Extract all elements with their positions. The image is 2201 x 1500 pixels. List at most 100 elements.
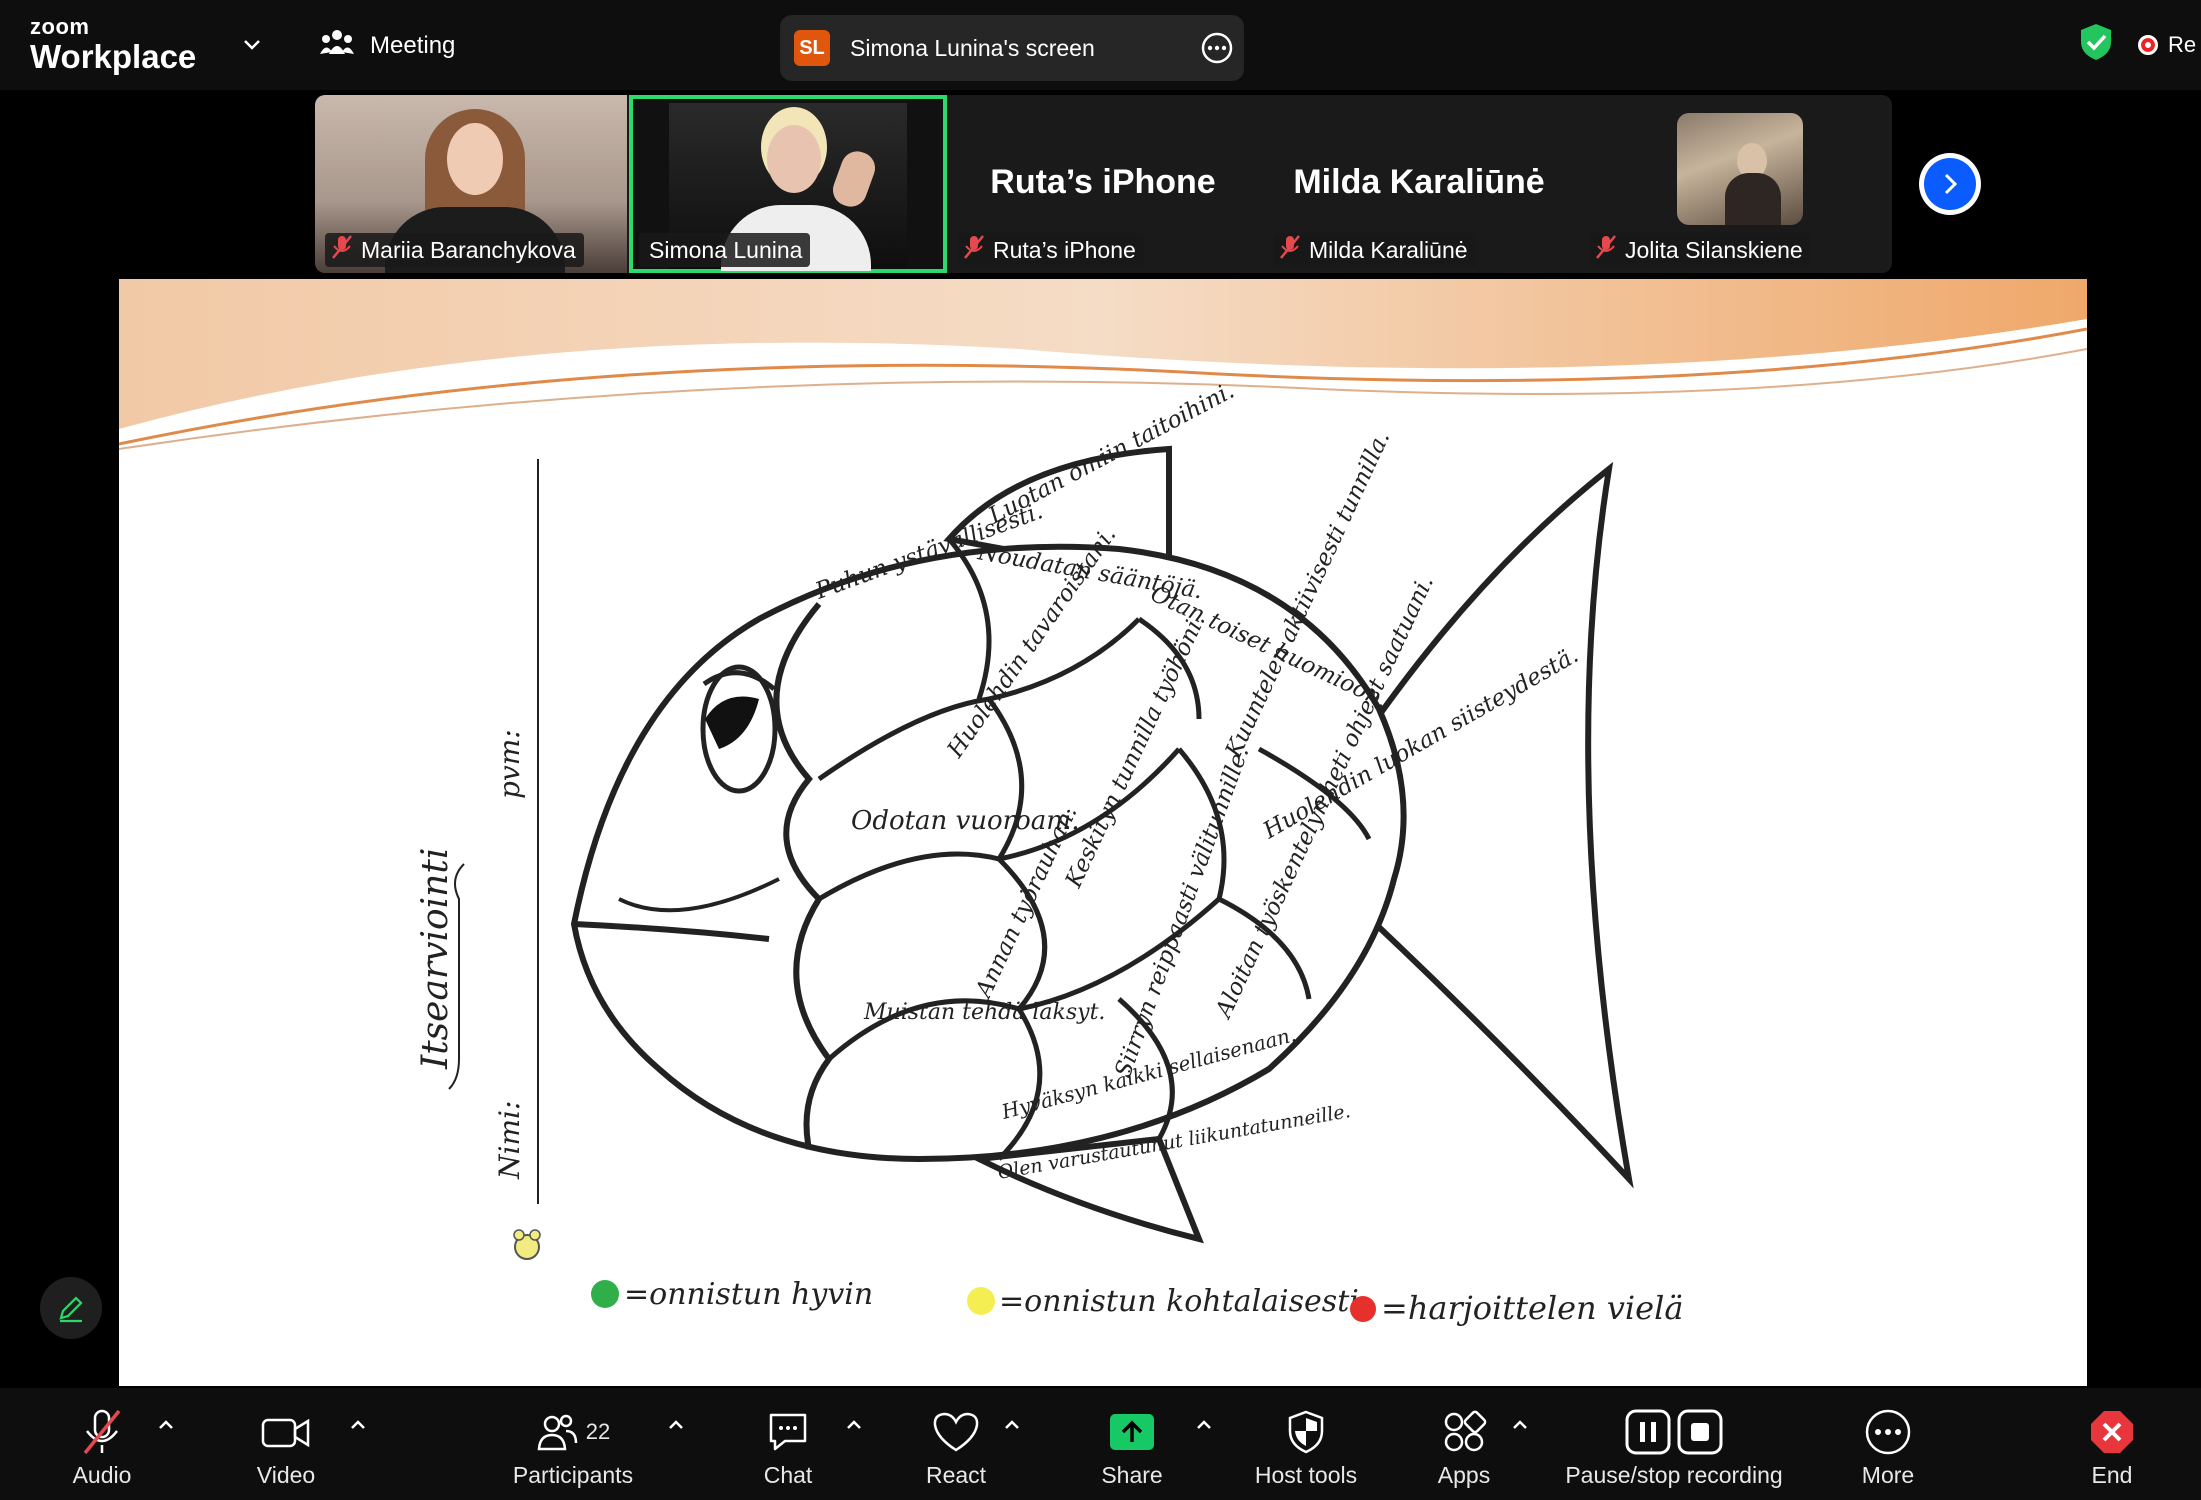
annotate-button[interactable] <box>40 1277 102 1339</box>
participant-name-tag: Mariia Baranchykova <box>325 233 584 267</box>
screen-title: Simona Lunina's screen <box>850 34 1095 61</box>
mic-muted-icon <box>331 234 353 266</box>
presenter-avatar: SL <box>794 30 830 66</box>
chat-button[interactable]: Chat <box>748 1388 828 1500</box>
pause-icon <box>1625 1409 1671 1455</box>
participant-display-name: Milda Karaliūnė <box>1293 163 1545 201</box>
host-tools-button[interactable]: Host tools <box>1246 1388 1366 1500</box>
participant-name-tag: Ruta’s iPhone <box>957 233 1144 267</box>
audio-label: Audio <box>72 1462 132 1488</box>
shield-icon <box>1288 1410 1324 1454</box>
next-page-button[interactable] <box>1919 153 1981 215</box>
host-tools-label: Host tools <box>1254 1462 1358 1488</box>
video-options-caret-icon[interactable] <box>348 1418 368 1437</box>
participant-tile[interactable]: Ruta’s iPhone Ruta’s iPhone <box>947 95 1259 273</box>
participant-tile[interactable]: Jolita Silanskiene <box>1579 95 1891 273</box>
recording-label: Re <box>2168 32 2197 57</box>
more-options-icon[interactable] <box>1200 31 1234 70</box>
participant-strip: Mariia Baranchykova Simona Lunina Ruta’s… <box>315 95 1892 273</box>
more-label: More <box>1861 1462 1915 1488</box>
meeting-label: Meeting <box>370 31 456 59</box>
participant-name-tag: Simona Lunina <box>639 233 811 267</box>
logo-line2: Workplace <box>30 38 197 75</box>
more-icon <box>1865 1409 1911 1455</box>
end-label: End <box>2091 1462 2133 1488</box>
chat-icon <box>769 1413 807 1451</box>
chat-options-caret-icon[interactable] <box>844 1418 864 1437</box>
worksheet-canvas: pvm: Nimi: Itsearviointi Luotan omiin ta… <box>119 279 2087 1327</box>
participant-name: Milda Karaliūnė <box>1309 236 1468 263</box>
legend-swatch-yellow <box>967 1287 995 1315</box>
participants-count: 22 <box>585 1419 611 1444</box>
name-label: Nimi: <box>493 1101 526 1180</box>
heart-icon <box>933 1412 979 1452</box>
security-shield-icon[interactable] <box>2078 22 2114 67</box>
stop-icon <box>1677 1409 1723 1455</box>
share-button[interactable]: Share <box>1092 1388 1172 1500</box>
share-options-caret-icon[interactable] <box>1194 1418 1214 1437</box>
participant-name-tag: Milda Karaliūnė <box>1273 233 1476 267</box>
apps-options-caret-icon[interactable] <box>1510 1418 1530 1437</box>
audio-button[interactable]: Audio <box>62 1388 142 1500</box>
legend-text: =harjoittelen vielä <box>1381 1289 1683 1327</box>
participant-name: Mariia Baranchykova <box>361 236 576 263</box>
participants-icon <box>537 1414 577 1451</box>
legend: =onnistun hyvin =onnistun kohtalaisesti … <box>591 1277 1683 1327</box>
participant-name: Ruta’s iPhone <box>993 236 1136 263</box>
apps-button[interactable]: Apps <box>1424 1388 1504 1500</box>
participants-button[interactable]: 22 Participants <box>508 1388 638 1500</box>
apps-icon <box>1444 1410 1487 1452</box>
video-button[interactable]: Video <box>246 1388 326 1500</box>
camera-icon <box>261 1418 310 1448</box>
meeting-menu-button[interactable]: Meeting <box>320 28 455 63</box>
doodle-icon <box>513 1229 541 1260</box>
chat-label: Chat <box>763 1462 813 1488</box>
participant-name: Simona Lunina <box>649 236 803 263</box>
legend-swatch-green <box>591 1280 619 1308</box>
end-icon <box>2091 1411 2133 1453</box>
participant-tile[interactable]: Milda Karaliūnė Milda Karaliūnė <box>1263 95 1575 273</box>
logo-line1: zoom <box>30 14 90 39</box>
react-label: React <box>925 1462 987 1488</box>
shared-screen-content: pvm: Nimi: Itsearviointi Luotan omiin ta… <box>119 279 2087 1386</box>
pencil-icon <box>59 1296 83 1323</box>
people-icon <box>320 28 354 63</box>
end-meeting-button[interactable]: End <box>2072 1388 2152 1500</box>
participant-tile[interactable]: Simona Lunina <box>629 95 947 273</box>
participant-name-tag: Jolita Silanskiene <box>1589 233 1811 267</box>
chevron-right-icon <box>1944 173 1958 195</box>
share-label: Share <box>1101 1462 1163 1488</box>
react-button[interactable]: React <box>916 1388 996 1500</box>
meeting-toolbar: Audio Video 22 Participants Chat React S… <box>0 1388 2201 1500</box>
recording-indicator[interactable]: Re <box>2138 32 2196 58</box>
chevron-down-icon[interactable] <box>240 33 264 62</box>
recording-label: Pause/stop recording <box>1565 1462 1783 1488</box>
participant-tile[interactable]: Mariia Baranchykova <box>315 95 627 273</box>
mic-muted-icon <box>963 234 985 266</box>
react-options-caret-icon[interactable] <box>1002 1418 1022 1437</box>
participant-display-name: Ruta’s iPhone <box>990 163 1216 201</box>
more-button[interactable]: More <box>1848 1388 1928 1500</box>
participant-name: Jolita Silanskiene <box>1625 236 1803 263</box>
legend-text: =onnistun hyvin <box>624 1277 873 1312</box>
record-dot-icon <box>2138 35 2158 55</box>
mic-muted-icon <box>1279 234 1301 266</box>
video-label: Video <box>256 1462 316 1488</box>
top-bar: zoom Workplace Meeting SL Simona Lunina'… <box>0 0 2201 90</box>
legend-text: =onnistun kohtalaisesti <box>999 1284 1359 1319</box>
shared-screen-indicator[interactable]: SL Simona Lunina's screen <box>780 15 1244 81</box>
mic-muted-icon <box>83 1409 121 1455</box>
header-swoosh <box>119 279 2087 429</box>
zoom-workplace-logo: zoom Workplace <box>30 14 197 75</box>
date-label: pvm: <box>493 729 526 799</box>
share-screen-icon <box>1110 1414 1154 1450</box>
participant-avatar <box>1677 113 1803 225</box>
legend-swatch-red <box>1350 1296 1376 1322</box>
apps-label: Apps <box>1437 1462 1491 1488</box>
participants-label: Participants <box>512 1462 634 1488</box>
scale-text: Muistan tehdä läksyt. <box>863 1000 1105 1025</box>
worksheet-title: Itsearviointi <box>415 848 456 1070</box>
audio-options-caret-icon[interactable] <box>156 1418 176 1437</box>
pause-stop-recording-button[interactable]: Pause/stop recording <box>1556 1388 1792 1500</box>
participants-options-caret-icon[interactable] <box>666 1418 686 1437</box>
